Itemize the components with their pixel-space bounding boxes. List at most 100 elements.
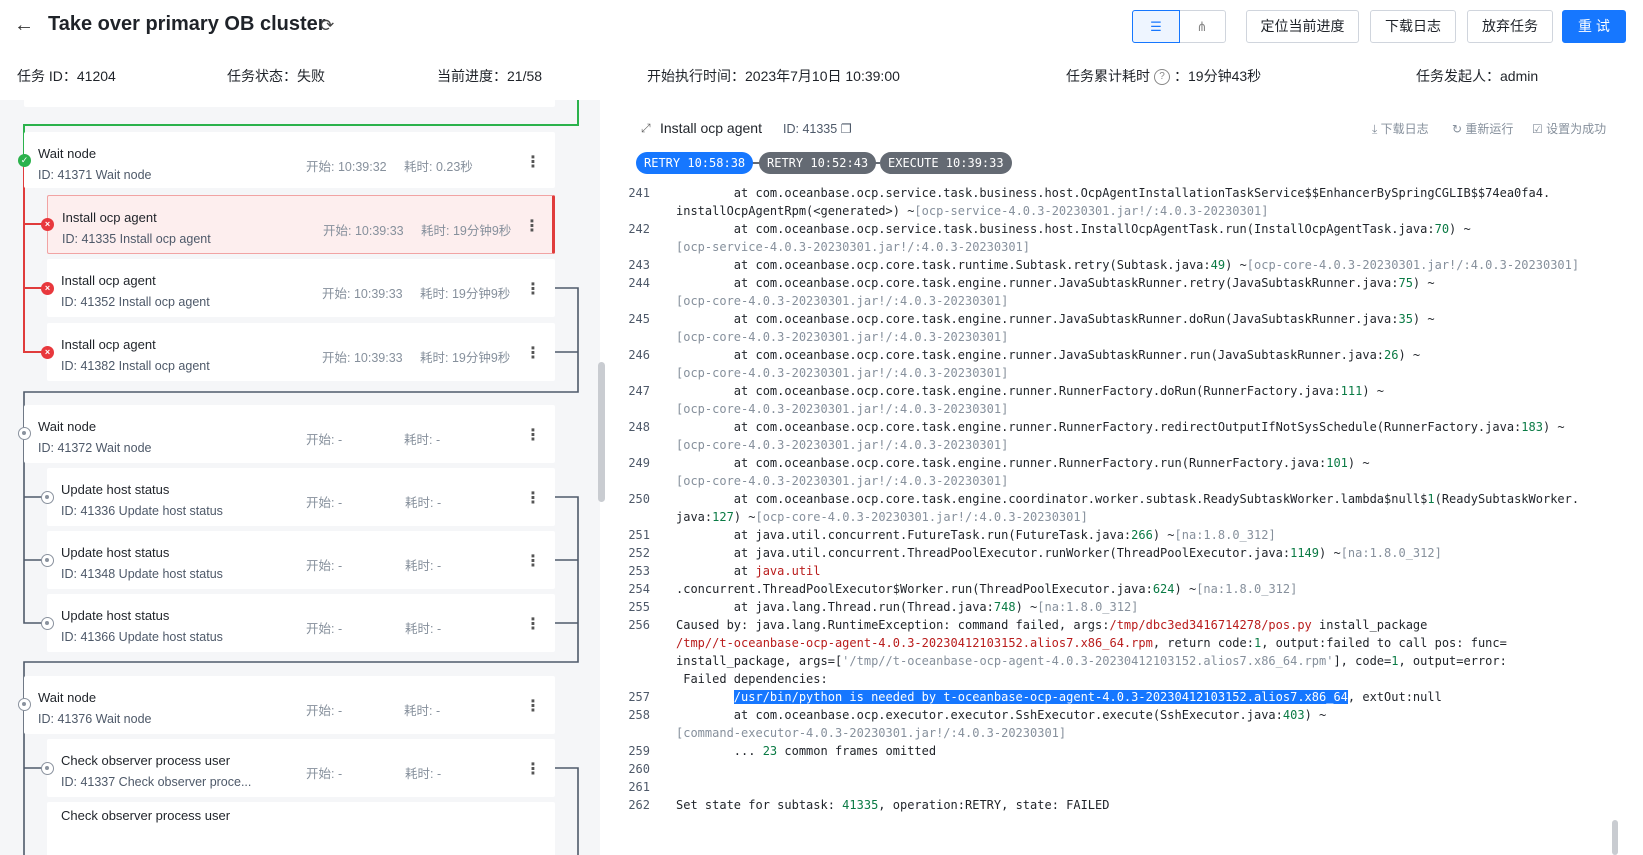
log-line-number: 255 <box>628 600 650 614</box>
rerun-link[interactable]: ↻ 重新运行 <box>1452 120 1513 137</box>
log-scrollbar[interactable] <box>1612 820 1618 855</box>
log-line-text: [ocp-service-4.0.3-20230301.jar!/:4.0.3-… <box>676 240 1031 254</box>
retry-pill[interactable]: RETRY 10:52:43 <box>759 152 877 174</box>
more-icon[interactable]: ⋮ <box>525 614 541 634</box>
task-status: 任务状态：失败 <box>227 68 325 84</box>
log-line-number: 252 <box>628 546 650 560</box>
refresh-icon[interactable]: ⟳ <box>320 16 334 36</box>
log-line-number: 256 <box>628 618 650 632</box>
log-line-text: [ocp-core-4.0.3-20230301.jar!/:4.0.3-202… <box>676 474 1009 488</box>
start-time: 开始执行时间：2023年7月10日 10:39:00 <box>647 68 900 84</box>
more-icon[interactable]: ⋮ <box>525 343 541 363</box>
log-line-text: [ocp-core-4.0.3-20230301.jar!/:4.0.3-202… <box>676 330 1009 344</box>
node-card[interactable]: Wait node ID: 41371 Wait node 开始: 10:39:… <box>24 132 555 188</box>
node-card[interactable]: Wait node ID: 41376 Wait node 开始: - 耗时: … <box>24 676 555 734</box>
log-line-text: at com.oceanbase.ocp.core.task.engine.ru… <box>676 276 1435 290</box>
log-line-text: at com.oceanbase.ocp.core.task.runtime.S… <box>676 258 1580 272</box>
task-progress: 当前进度：21/58 <box>437 68 543 84</box>
node-card-selected[interactable]: Install ocp agent ID: 41335 Install ocp … <box>47 195 555 254</box>
log-line-number: 247 <box>628 384 650 398</box>
set-success-link[interactable]: ☑ 设置为成功 <box>1532 120 1606 137</box>
log-line-text: Caused by: java.lang.RuntimeException: c… <box>676 618 1428 632</box>
log-line-text: .concurrent.ThreadPoolExecutor$Worker.ru… <box>676 582 1298 596</box>
more-icon[interactable]: ⋮ <box>525 279 541 299</box>
more-icon[interactable]: ⋮ <box>525 759 541 779</box>
failed-icon: × <box>41 346 54 359</box>
list-view-icon[interactable]: ☰ <box>1132 10 1180 43</box>
abandon-task-button[interactable]: 放弃任务 <box>1467 10 1553 43</box>
node-card[interactable]: Check observer process user <box>47 802 555 855</box>
log-content: 241 at com.oceanbase.ocp.service.task.bu… <box>620 186 1580 855</box>
tree-view-icon[interactable]: ⋔ <box>1179 11 1225 42</box>
node-card[interactable]: Install ocp agent ID: 41382 Install ocp … <box>47 323 555 381</box>
log-line-text: java:127) ~[ocp-core-4.0.3-20230301.jar!… <box>676 510 1088 524</box>
more-icon[interactable]: ⋮ <box>524 216 540 236</box>
log-line-number: 261 <box>628 780 650 794</box>
log-line-number: 259 <box>628 744 650 758</box>
log-line-number: 244 <box>628 276 650 290</box>
node-card[interactable]: Check observer process user ID: 41337 Ch… <box>47 739 555 797</box>
log-line-text: at com.oceanbase.ocp.service.task.busine… <box>676 186 1551 200</box>
page-title: Take over primary OB cluster <box>48 13 326 35</box>
log-line-number: 241 <box>628 186 650 200</box>
pending-icon <box>41 491 54 504</box>
help-icon[interactable]: ? <box>1154 69 1170 86</box>
log-line-number: 250 <box>628 492 650 506</box>
log-line-number: 243 <box>628 258 650 272</box>
expand-icon[interactable]: ⤢ <box>641 121 651 136</box>
check-square-icon: ☑ <box>1532 122 1543 136</box>
download-log-button[interactable]: 下载日志 <box>1370 10 1456 43</box>
initiator: 任务发起人：admin <box>1416 68 1539 84</box>
log-line-text: at com.oceanbase.ocp.core.task.engine.ru… <box>676 420 1565 434</box>
node-card[interactable]: Install ocp agent ID: 41352 Install ocp … <box>47 259 555 317</box>
log-line-number: 262 <box>628 798 650 812</box>
log-line-text: at java.util <box>676 564 821 578</box>
log-line-number: 249 <box>628 456 650 470</box>
more-icon[interactable]: ⋮ <box>525 488 541 508</box>
log-line-text: [ocp-core-4.0.3-20230301.jar!/:4.0.3-202… <box>676 402 1009 416</box>
log-line-text: at com.oceanbase.ocp.core.task.engine.ru… <box>676 456 1370 470</box>
node-card[interactable]: Update host status ID: 41336 Update host… <box>47 468 555 526</box>
log-line-text: at com.oceanbase.ocp.core.task.engine.ru… <box>676 384 1385 398</box>
left-scrollbar[interactable] <box>598 362 605 502</box>
log-line-text: /tmp//t-oceanbase-ocp-agent-4.0.3-202304… <box>676 636 1507 650</box>
retry-button[interactable]: 重 试 <box>1562 10 1626 43</box>
more-icon[interactable]: ⋮ <box>525 696 541 716</box>
log-line-number: 260 <box>628 762 650 776</box>
log-line-number: 242 <box>628 222 650 236</box>
log-line-number: 246 <box>628 348 650 362</box>
log-line-text: Set state for subtask: 41335, operation:… <box>676 798 1110 812</box>
more-icon[interactable]: ⋮ <box>525 551 541 571</box>
node-card[interactable]: Update host status ID: 41366 Update host… <box>47 594 555 652</box>
log-line-text: at java.lang.Thread.run(Thread.java:748)… <box>676 600 1139 614</box>
log-line-text: at com.oceanbase.ocp.core.task.engine.co… <box>676 492 1580 506</box>
failed-icon: × <box>41 282 54 295</box>
log-line-number: 258 <box>628 708 650 722</box>
log-line-text: install_package, args=['/tmp//t-oceanbas… <box>676 654 1507 668</box>
node-card-prev[interactable] <box>24 100 555 107</box>
download-log-link[interactable]: ⤓ 下载日志 <box>1372 120 1429 137</box>
pending-icon <box>41 554 54 567</box>
log-line-text: at com.oceanbase.ocp.executor.executor.S… <box>676 708 1327 722</box>
log-line-text: installOcpAgentRpm(<generated>) ~[ocp-se… <box>676 204 1269 218</box>
task-node-panel: Wait node ID: 41371 Wait node 开始: 10:39:… <box>0 100 600 855</box>
more-icon[interactable]: ⋮ <box>525 152 541 172</box>
log-line-text: at com.oceanbase.ocp.service.task.busine… <box>676 222 1471 236</box>
locate-progress-button[interactable]: 定位当前进度 <box>1246 10 1359 43</box>
failed-icon: × <box>41 218 54 231</box>
pending-icon <box>18 698 31 711</box>
more-icon[interactable]: ⋮ <box>525 425 541 445</box>
node-card[interactable]: Wait node ID: 41372 Wait node 开始: - 耗时: … <box>24 405 555 463</box>
log-line-text: Failed dependencies: <box>676 672 828 686</box>
copy-icon[interactable]: ❐ <box>841 122 852 136</box>
elapsed-time: 任务累计耗时? ：19分钟43秒 <box>1066 68 1262 86</box>
retry-pill-active[interactable]: RETRY 10:58:38 <box>636 152 754 174</box>
node-card[interactable]: Update host status ID: 41348 Update host… <box>47 531 555 589</box>
view-toggle[interactable]: ☰ ⋔ <box>1132 10 1226 43</box>
log-line-number: 257 <box>628 690 650 704</box>
rerun-icon: ↻ <box>1452 122 1463 136</box>
log-line-number: 251 <box>628 528 650 542</box>
execute-pill[interactable]: EXECUTE 10:39:33 <box>880 152 1012 174</box>
detail-id: ID: 41335 ❐ <box>783 122 852 136</box>
back-arrow-icon[interactable]: ← <box>14 14 36 36</box>
